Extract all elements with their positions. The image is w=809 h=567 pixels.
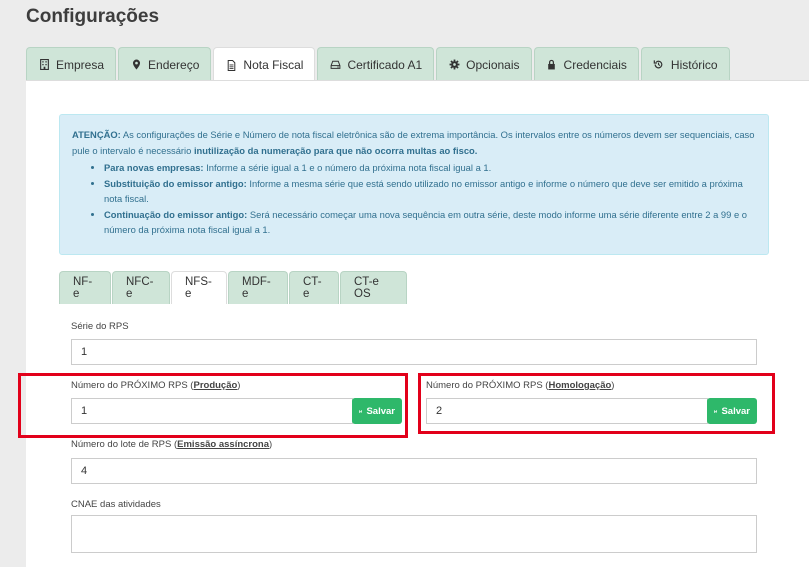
emissao-assincrona-link: Emissão assíncrona	[177, 439, 270, 450]
tab-mdfe[interactable]: MDF-e	[228, 271, 288, 304]
tab-label: Credenciais	[563, 57, 627, 72]
main-tabs: Empresa Endereço Nota Fiscal Certificado…	[26, 47, 732, 82]
tab-nfe[interactable]: NF-e	[59, 271, 111, 304]
save-label: Salvar	[366, 405, 395, 417]
label-text: Número do PRÓXIMO RPS (	[71, 380, 194, 391]
proximo-rps-homologacao-input[interactable]: 2	[426, 398, 708, 424]
serie-input[interactable]: 1	[71, 339, 757, 365]
tab-historico[interactable]: Histórico	[640, 47, 730, 81]
alert-item-text: Informe a série igual a 1 e o número da …	[203, 162, 492, 173]
tab-label: Empresa	[56, 57, 105, 72]
tab-certificado-a1[interactable]: Certificado A1	[317, 47, 435, 81]
floppy-disk-icon	[714, 409, 718, 413]
serie-label: Série do RPS	[71, 321, 129, 332]
alert-lead-bold: ATENÇÃO:	[72, 129, 121, 140]
tab-label: Certificado A1	[347, 57, 423, 72]
document-type-tabs: NF-e NFC-e NFS-e MDF-e CT-e CT-e OS	[59, 271, 408, 304]
cnae-label: CNAE das atividades	[71, 499, 161, 510]
alert-item: Continuação do emissor antigo: Será nece…	[104, 207, 756, 238]
alert-item-title: Continuação do emissor antigo:	[104, 208, 248, 220]
tab-label: Opcionais	[466, 57, 520, 72]
lote-label: Número do lote de RPS (Emissão assíncron…	[71, 439, 272, 450]
document-icon	[225, 59, 237, 71]
page-title: Configurações	[26, 6, 160, 27]
tab-label: Endereço	[148, 57, 200, 72]
tab-opcionais[interactable]: Opcionais	[436, 47, 532, 81]
alert-lead-bold2: inutilização da numeração para que não o…	[193, 144, 478, 156]
building-icon	[38, 59, 50, 71]
proximo-rps-producao-input[interactable]: 1	[71, 398, 353, 424]
alert-list: Para novas empresas: Informe a série igu…	[72, 160, 756, 238]
alert-item-title: Substituição do emissor antigo:	[104, 177, 247, 189]
label-text: Número do lote de RPS (	[71, 439, 178, 450]
homologacao-label: Número do PRÓXIMO RPS (Homologação)	[426, 380, 614, 391]
save-label: Salvar	[721, 405, 750, 417]
floppy-disk-icon	[359, 409, 363, 413]
alert-item: Substituição do emissor antigo: Informe …	[104, 176, 756, 207]
tab-credenciais[interactable]: Credenciais	[533, 47, 639, 81]
lock-icon	[546, 59, 558, 71]
tab-cte-os[interactable]: CT-e OS	[340, 271, 407, 304]
gear-icon	[448, 59, 460, 71]
producao-label: Número do PRÓXIMO RPS (Produção)	[71, 380, 240, 391]
alert-lead: ATENÇÃO: As configurações de Série e Núm…	[72, 127, 756, 158]
tab-panel-nota-fiscal: ATENÇÃO: As configurações de Série e Núm…	[18, 80, 809, 567]
alert-item: Para novas empresas: Informe a série igu…	[104, 160, 756, 176]
tab-nfse[interactable]: NFS-e	[171, 271, 227, 304]
alert-item-title: Para novas empresas:	[104, 162, 204, 173]
map-marker-icon	[130, 59, 142, 71]
tab-nfce[interactable]: NFC-e	[112, 271, 170, 304]
label-text: )	[611, 380, 615, 391]
hdd-icon	[329, 59, 341, 71]
tab-label: Histórico	[670, 57, 718, 72]
tab-nota-fiscal[interactable]: Nota Fiscal	[213, 47, 316, 82]
save-homologacao-button[interactable]: Salvar	[707, 398, 757, 424]
warning-alert: ATENÇÃO: As configurações de Série e Núm…	[59, 114, 769, 255]
homologacao-link: Homologação	[548, 380, 612, 391]
lote-rps-input[interactable]: 4	[71, 458, 757, 484]
cnae-textarea[interactable]	[71, 515, 757, 553]
producao-link: Produção	[193, 380, 238, 391]
label-text: )	[237, 380, 241, 391]
history-icon	[653, 59, 665, 71]
tab-cte[interactable]: CT-e	[289, 271, 339, 304]
label-text: )	[269, 439, 273, 450]
label-text: Número do PRÓXIMO RPS (	[426, 380, 549, 391]
tab-endereco[interactable]: Endereço	[118, 47, 212, 81]
tab-label: Nota Fiscal	[243, 58, 304, 72]
save-producao-button[interactable]: Salvar	[352, 398, 402, 424]
tab-empresa[interactable]: Empresa	[26, 47, 117, 81]
